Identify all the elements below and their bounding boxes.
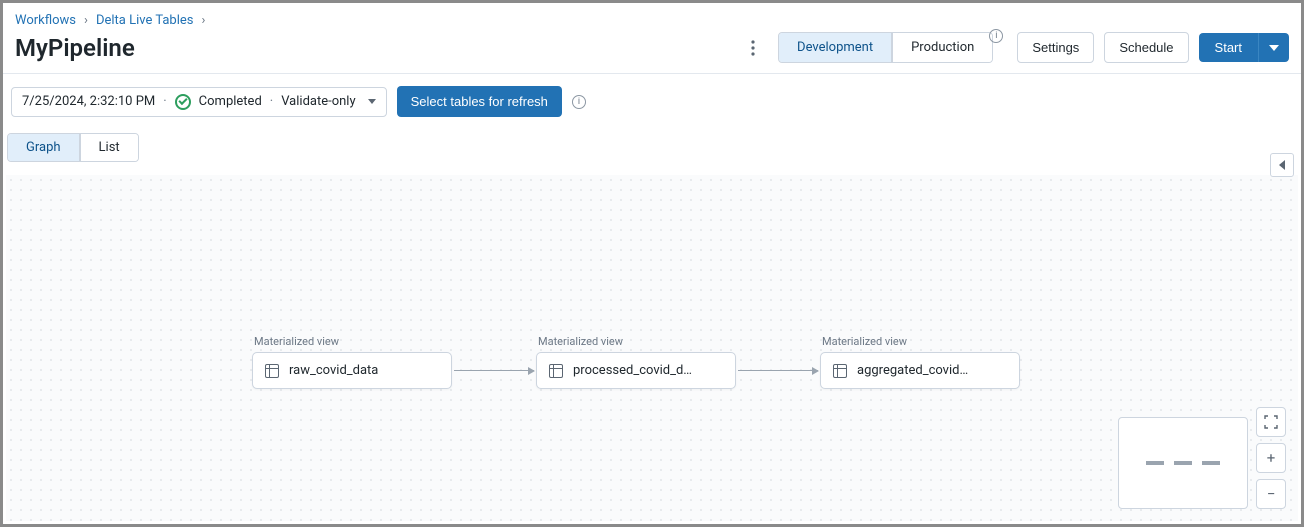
chevron-left-icon	[1279, 160, 1285, 170]
breadcrumb: Workflows › Delta Live Tables ›	[3, 3, 1301, 32]
info-icon[interactable]: i	[572, 95, 586, 109]
schedule-button[interactable]: Schedule	[1104, 32, 1188, 63]
edge	[738, 370, 818, 371]
mode-development[interactable]: Development	[779, 33, 892, 62]
node-name: processed_covid_d…	[573, 363, 692, 378]
fullscreen-icon	[1264, 415, 1278, 429]
node-raw-covid-data[interactable]: raw_covid_data	[252, 352, 452, 389]
run-timestamp: 7/25/2024, 2:32:10 PM	[22, 94, 155, 109]
breadcrumb-workflows[interactable]: Workflows	[15, 13, 76, 28]
zoom-out-button[interactable]: −	[1256, 479, 1286, 509]
run-selector[interactable]: 7/25/2024, 2:32:10 PM · Completed · Vali…	[11, 87, 387, 117]
pipeline-canvas[interactable]: Materialized view raw_covid_data Materia…	[6, 175, 1298, 521]
mode-production[interactable]: Production	[892, 33, 992, 62]
status-completed-icon	[175, 94, 191, 110]
select-tables-refresh-button[interactable]: Select tables for refresh	[397, 86, 562, 117]
materialized-view-icon	[833, 364, 847, 378]
materialized-view-icon	[265, 364, 279, 378]
separator: ·	[163, 94, 166, 109]
run-status: Completed	[199, 94, 262, 109]
chevron-right-icon: ›	[202, 13, 206, 28]
node-name: aggregated_covid…	[857, 363, 968, 378]
overflow-menu-button[interactable]	[740, 34, 766, 62]
info-icon[interactable]: i	[989, 29, 1003, 43]
start-menu-button[interactable]	[1258, 33, 1289, 62]
settings-button[interactable]: Settings	[1017, 32, 1094, 63]
node-processed-covid-data[interactable]: processed_covid_d…	[536, 352, 736, 389]
node-aggregated-covid[interactable]: aggregated_covid…	[820, 352, 1020, 389]
chevron-down-icon	[368, 99, 376, 104]
start-button[interactable]: Start	[1199, 33, 1258, 62]
edge	[454, 370, 534, 371]
run-type: Validate-only	[281, 94, 355, 109]
chevron-down-icon	[1269, 45, 1279, 51]
minimap-node-icon	[1146, 461, 1164, 465]
minimap-node-icon	[1202, 461, 1220, 465]
mode-toggle: Development Production	[778, 32, 993, 63]
page-title: MyPipeline	[15, 34, 135, 62]
node-type-label: Materialized view	[254, 335, 452, 348]
node-type-label: Materialized view	[538, 335, 736, 348]
node-name: raw_covid_data	[289, 363, 378, 378]
materialized-view-icon	[549, 364, 563, 378]
node-type-label: Materialized view	[822, 335, 1020, 348]
chevron-right-icon: ›	[84, 13, 88, 28]
minimap[interactable]	[1118, 417, 1248, 509]
kebab-icon	[751, 40, 755, 56]
collapse-side-panel-button[interactable]	[1270, 153, 1294, 177]
zoom-in-button[interactable]: +	[1256, 443, 1286, 473]
tab-list[interactable]: List	[80, 134, 138, 161]
tab-graph[interactable]: Graph	[8, 134, 80, 161]
view-toggle: Graph List	[7, 133, 139, 162]
separator: ·	[270, 94, 273, 109]
breadcrumb-delta-live-tables[interactable]: Delta Live Tables	[96, 13, 194, 28]
fit-view-button[interactable]	[1256, 407, 1286, 437]
minimap-node-icon	[1174, 461, 1192, 465]
